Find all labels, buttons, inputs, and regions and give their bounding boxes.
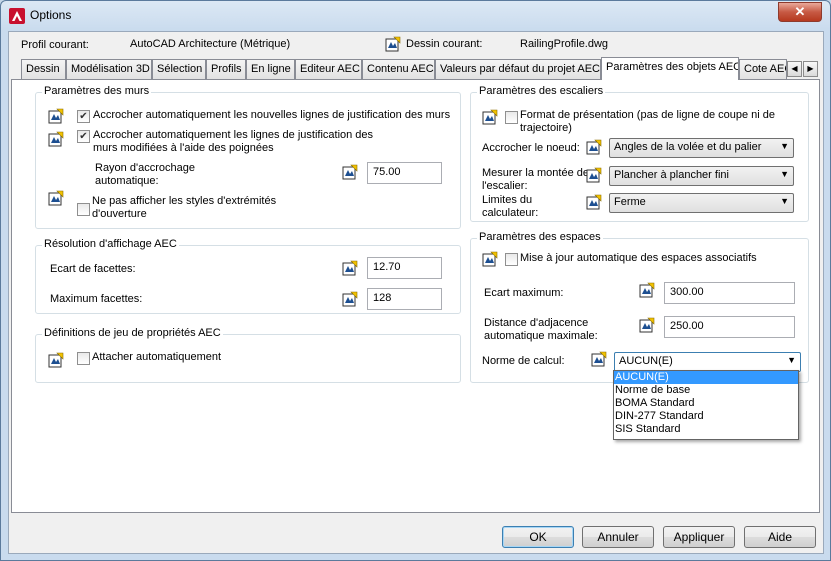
tab-aec-content[interactable]: Contenu AEC [362, 59, 435, 79]
drawing-setting-icon [482, 109, 498, 125]
options-window: Options ✕ Profil courant: AutoCAD Archit… [0, 0, 831, 561]
autocad-logo-icon [9, 8, 25, 24]
scroll-right-icon[interactable]: ▶ [803, 61, 818, 77]
drawing-setting-icon [482, 251, 498, 267]
snap-node-select[interactable]: Angles de la volée et du palier ▼ [609, 138, 794, 158]
property-set-title: Définitions de jeu de propriétés AEC [42, 327, 223, 339]
ok-button[interactable]: OK [502, 526, 574, 548]
max-gap-input[interactable]: 300.00 [664, 282, 795, 304]
dropdown-option[interactable]: BOMA Standard [614, 397, 798, 410]
help-button[interactable]: Aide [744, 526, 816, 548]
drawing-setting-icon [586, 167, 602, 183]
display-resolution-title: Résolution d'affichage AEC [42, 238, 179, 250]
auto-attach-checkbox[interactable] [77, 352, 90, 365]
tab-profiles[interactable]: Profils [206, 59, 246, 79]
current-profile-value: AutoCAD Architecture (Métrique) [130, 38, 291, 50]
calculation-standard-value: AUCUN(E) [619, 355, 673, 367]
chevron-down-icon: ▼ [780, 196, 789, 206]
snap-radius-input[interactable]: 75.00 [367, 162, 442, 184]
chevron-down-icon: ▼ [787, 355, 796, 365]
drawing-setting-icon [342, 260, 358, 276]
drawing-setting-icon [586, 194, 602, 210]
current-drawing-value: RailingProfile.dwg [520, 38, 609, 50]
stair-presentation-label: Format de présentation (pas de ligne de … [520, 109, 775, 134]
drawing-setting-icon [48, 108, 64, 124]
tab-selection[interactable]: Sélection [152, 59, 206, 79]
tab-aec-dimension[interactable]: Cote AEC [739, 59, 787, 79]
snap-modified-walls-label: Accrocher automatiquement les lignes de … [93, 129, 374, 154]
snap-node-value: Angles de la volée et du palier [614, 141, 762, 153]
stairs-group-title: Paramètres des escaliers [477, 85, 606, 97]
current-profile-label: Profil courant: [21, 39, 89, 51]
apply-button[interactable]: Appliquer [663, 526, 735, 548]
window-title: Options [30, 8, 72, 22]
calculation-standard-label: Norme de calcul: [482, 355, 565, 367]
calculator-limits-select[interactable]: Ferme ▼ [609, 193, 794, 213]
calculator-limits-label: Limites du calculateur: [482, 194, 539, 219]
drawing-setting-icon [639, 282, 655, 298]
calculation-standard-select[interactable]: AUCUN(E) ▼ [614, 352, 801, 372]
dropdown-option[interactable]: DIN-277 Standard [614, 410, 798, 423]
scroll-left-icon[interactable]: ◀ [787, 61, 802, 77]
current-drawing-label: Dessin courant: [406, 38, 483, 50]
drawing-setting-icon [48, 352, 64, 368]
drawing-setting-icon [342, 164, 358, 180]
spaces-group-title: Paramètres des espaces [477, 231, 603, 243]
walls-group-title: Paramètres des murs [42, 85, 152, 97]
tab-scroller: ◀ ▶ [787, 61, 818, 77]
chevron-down-icon: ▼ [780, 169, 789, 179]
cancel-button[interactable]: Annuler [582, 526, 654, 548]
max-facets-input[interactable]: 128 [367, 288, 442, 310]
tab-page-aec-object-settings: Paramètres des murs ✔ Accrocher automati… [11, 79, 820, 513]
space-auto-update-label: Mise à jour automatique des espaces asso… [520, 252, 757, 264]
dropdown-option[interactable]: AUCUN(E) [614, 371, 798, 384]
chevron-down-icon: ▼ [780, 141, 789, 151]
close-button[interactable]: ✕ [778, 2, 822, 22]
calculator-limits-value: Ferme [614, 196, 646, 208]
tab-aec-editor[interactable]: Editeur AEC [295, 59, 362, 79]
tab-3d-modeling[interactable]: Modélisation 3D [66, 59, 152, 79]
tab-drawing[interactable]: Dessin [21, 59, 66, 79]
snap-modified-walls-checkbox[interactable]: ✔ [77, 130, 90, 143]
dialog-body: Profil courant: AutoCAD Architecture (Mé… [8, 31, 824, 554]
drawing-setting-icon [385, 36, 401, 52]
drawing-setting-icon [639, 317, 655, 333]
facet-deviation-input[interactable]: 12.70 [367, 257, 442, 279]
max-adjacency-label: Distance d'adjacence automatique maximal… [484, 317, 598, 342]
title-bar[interactable]: Options ✕ [1, 1, 830, 31]
facet-deviation-label: Ecart de facettes: [50, 263, 136, 275]
measure-rise-select[interactable]: Plancher à plancher fini ▼ [609, 166, 794, 186]
drawing-setting-icon [591, 351, 607, 367]
dropdown-option[interactable]: Norme de base [614, 384, 798, 397]
drawing-setting-icon [342, 291, 358, 307]
dropdown-option[interactable]: SIS Standard [614, 423, 798, 436]
snap-new-walls-checkbox[interactable]: ✔ [77, 110, 90, 123]
snap-new-walls-label: Accrocher automatiquement les nouvelles … [93, 109, 451, 121]
measure-rise-label: Mesurer la montée de l'escalier: [482, 167, 589, 192]
max-gap-label: Ecart maximum: [484, 287, 564, 299]
tab-aec-project-defaults[interactable]: Valeurs par défaut du projet AEC [435, 59, 601, 79]
snap-radius-label: Rayon d'accrochage automatique: [95, 162, 195, 187]
drawing-setting-icon [586, 139, 602, 155]
drawing-setting-icon [48, 190, 64, 206]
measure-rise-value: Plancher à plancher fini [614, 169, 729, 181]
space-auto-update-checkbox[interactable] [505, 253, 518, 266]
hide-endcap-styles-label: Ne pas afficher les styles d'extrémités … [92, 195, 277, 220]
snap-node-label: Accrocher le noeud: [482, 142, 580, 154]
max-adjacency-input[interactable]: 250.00 [664, 316, 795, 338]
tab-aec-object-settings[interactable]: Paramètres des objets AEC [601, 57, 739, 80]
tab-online[interactable]: En ligne [246, 59, 295, 79]
hide-endcap-styles-checkbox[interactable] [77, 203, 90, 216]
drawing-setting-icon [48, 131, 64, 147]
auto-attach-label: Attacher automatiquement [92, 351, 222, 363]
max-facets-label: Maximum facettes: [50, 293, 143, 305]
calculation-standard-dropdown: AUCUN(E) Norme de base BOMA Standard DIN… [613, 370, 799, 440]
stair-presentation-checkbox[interactable] [505, 111, 518, 124]
